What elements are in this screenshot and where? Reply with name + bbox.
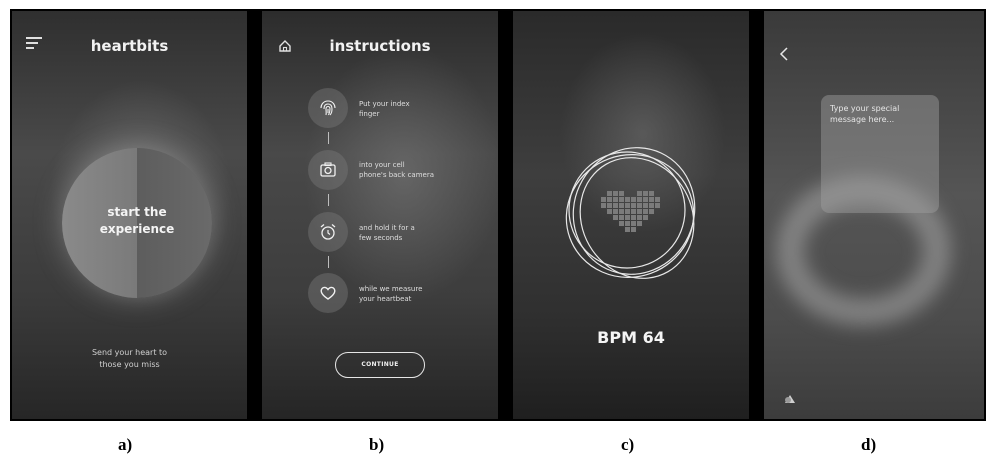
start-experience-button[interactable]: start the experience bbox=[62, 148, 212, 298]
app-logo-icon bbox=[784, 389, 796, 408]
step-connector bbox=[328, 194, 329, 206]
caption-b: b) bbox=[369, 435, 385, 454]
step-alarm bbox=[308, 212, 348, 252]
page-title: instructions bbox=[329, 37, 431, 55]
app-title: heartbits bbox=[90, 37, 169, 55]
message-placeholder: Type your special message here... bbox=[830, 104, 900, 124]
pixel-heart-icon bbox=[601, 191, 660, 232]
screen-home: heartbits start the experience Send your… bbox=[12, 11, 247, 419]
figure-panel: heartbits start the experience Send your… bbox=[10, 9, 986, 421]
screen-message: Type your special message here... bbox=[764, 11, 984, 419]
caption-d: d) bbox=[861, 435, 877, 454]
step-camera bbox=[308, 150, 348, 190]
camera-icon bbox=[320, 162, 336, 177]
heart-outline-icon bbox=[320, 286, 336, 300]
tagline: Send your heart to those you miss bbox=[91, 348, 168, 369]
screen-measure: BPM 64 bbox=[513, 11, 749, 419]
step-heart bbox=[308, 273, 348, 313]
step-connector bbox=[328, 132, 329, 144]
fingerprint-icon bbox=[320, 100, 336, 116]
alarm-clock-icon bbox=[320, 224, 336, 240]
step-text-2: into your cell phone's back camera bbox=[359, 161, 434, 179]
step-text-4: while we measure your heartbeat bbox=[359, 285, 423, 303]
back-chevron-icon[interactable] bbox=[779, 46, 789, 66]
step-text-3: and hold it for a few seconds bbox=[359, 224, 415, 242]
screen-instructions: instructions Put your index finger into … bbox=[262, 11, 498, 419]
bpm-readout: BPM 64 bbox=[597, 328, 665, 347]
step-connector bbox=[328, 256, 329, 268]
step-fingerprint bbox=[308, 88, 348, 128]
continue-button[interactable]: CONTINUE bbox=[335, 352, 425, 378]
heartbeat-rings bbox=[565, 147, 696, 279]
step-text-1: Put your index finger bbox=[359, 100, 410, 118]
caption-c: c) bbox=[621, 435, 635, 454]
start-experience-label: start the experience bbox=[99, 205, 175, 236]
caption-a: a) bbox=[118, 435, 133, 454]
